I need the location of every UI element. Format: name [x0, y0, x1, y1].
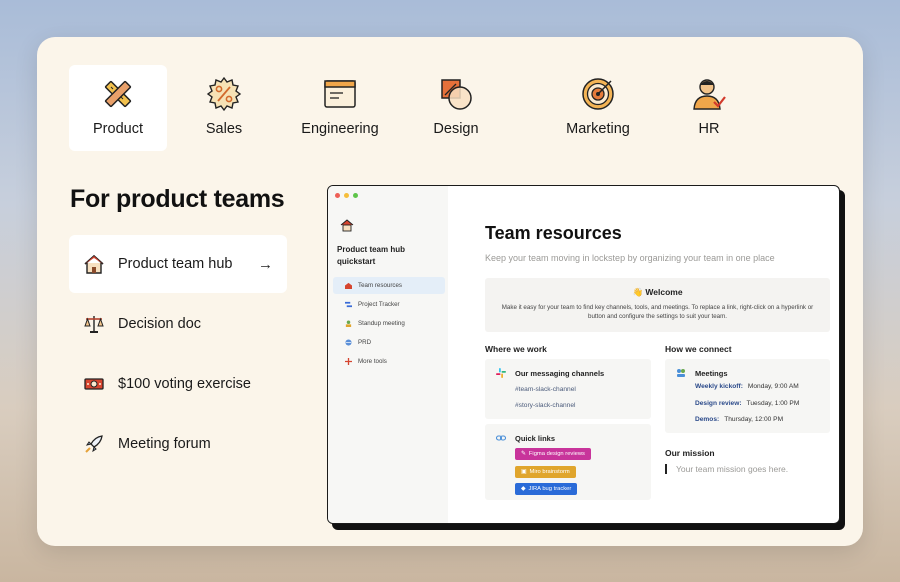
- nav-label: Standup meeting: [358, 320, 405, 327]
- template-list: Product team hub → Decision doc $100 vot…: [69, 235, 287, 475]
- nav-item-prd[interactable]: PRD: [333, 334, 445, 351]
- quick-links-heading: Quick links: [515, 434, 556, 443]
- meeting-row[interactable]: Demos: Thursday, 12:00 PM: [695, 416, 783, 423]
- close-dot: [335, 193, 340, 198]
- meeting-time: Thursday, 12:00 PM: [724, 416, 784, 423]
- target-icon: [582, 78, 614, 110]
- template-preview-window: Product team hub quickstart Team resourc…: [327, 185, 840, 524]
- template-gallery-card: Product Sales Engineering Design Marketi…: [37, 37, 863, 546]
- tab-label: Engineering: [301, 121, 379, 137]
- quick-links-box: Quick links ✎ Figma design reviews ▣ Mir…: [485, 424, 651, 500]
- nav-label: Team resources: [358, 282, 403, 289]
- house-icon: [340, 219, 354, 232]
- jira-link-button[interactable]: ◆ JIRA bug tracker: [515, 483, 578, 495]
- meeting-name: Weekly kickoff:: [695, 383, 743, 390]
- pencil-icon: ✎: [521, 451, 526, 457]
- tag-label: Figma design reviews: [528, 451, 585, 457]
- messaging-heading: Our messaging channels: [515, 369, 605, 378]
- pencil-ruler-icon: [104, 80, 132, 108]
- nav-item-standup-meeting[interactable]: Standup meeting: [333, 315, 445, 332]
- tab-label: Product: [93, 121, 143, 137]
- template-item-voting-exercise[interactable]: $100 voting exercise: [69, 355, 287, 413]
- maximize-dot: [353, 193, 358, 198]
- figma-link-button[interactable]: ✎ Figma design reviews: [515, 448, 591, 460]
- template-label: Meeting forum: [118, 436, 211, 452]
- nav-item-project-tracker[interactable]: Project Tracker: [333, 296, 445, 313]
- page-subtitle: Keep your team moving in lockstep by org…: [485, 253, 775, 263]
- meetings-box: Meetings Weekly kickoff: Monday, 9:00 AM …: [665, 359, 830, 433]
- workspace-title: Product team hub quickstart: [337, 245, 406, 266]
- category-tabs: Product Sales Engineering Design Marketi…: [69, 65, 829, 151]
- dollar-bill-icon: [84, 378, 104, 390]
- note-icon: ▣: [521, 469, 527, 475]
- meeting-time: Monday, 9:00 AM: [747, 383, 799, 390]
- preview-page: Team resources Keep your team moving in …: [448, 186, 839, 523]
- channel-link[interactable]: #team-slack-channel: [515, 386, 576, 393]
- percent-gear-icon: [206, 76, 242, 112]
- miro-link-button[interactable]: ▣ Miro brainstorm: [515, 466, 576, 478]
- where-we-work-heading: Where we work: [485, 344, 547, 354]
- mission-heading: Our mission: [665, 448, 715, 458]
- shapes-icon: [441, 79, 472, 110]
- plus-icon: [345, 358, 352, 365]
- meeting-name: Demos:: [695, 416, 720, 423]
- nav-label: Project Tracker: [358, 301, 400, 308]
- nav-label: PRD: [358, 339, 372, 346]
- browser-window-icon: [324, 80, 356, 108]
- template-label: Product team hub: [118, 256, 233, 272]
- section-heading: For product teams: [70, 185, 285, 213]
- tab-label: Sales: [205, 121, 243, 137]
- meetings-heading: Meetings: [695, 369, 728, 378]
- template-item-decision-doc[interactable]: Decision doc: [69, 295, 287, 353]
- person-check-icon: [693, 79, 726, 110]
- template-label: $100 voting exercise: [118, 376, 251, 392]
- tab-design[interactable]: Design: [417, 65, 495, 151]
- tab-engineering[interactable]: Engineering: [281, 65, 399, 151]
- tab-label: Marketing: [566, 121, 630, 137]
- slack-icon: [496, 368, 506, 378]
- tab-label: HR: [698, 121, 720, 137]
- tab-product[interactable]: Product: [69, 65, 167, 151]
- house-icon: [345, 282, 352, 289]
- window-controls: [335, 193, 358, 198]
- link-icon: [496, 435, 506, 441]
- preview-sidebar: Product team hub quickstart Team resourc…: [328, 186, 448, 523]
- tag-label: JIRA bug tracker: [528, 486, 572, 492]
- welcome-callout: 👋 Welcome Make it easy for your team to …: [485, 278, 830, 332]
- tab-marketing[interactable]: Marketing: [555, 65, 641, 151]
- tab-hr[interactable]: HR: [679, 65, 739, 151]
- minimize-dot: [344, 193, 349, 198]
- page-title: Team resources: [485, 223, 622, 243]
- messaging-channels-box: Our messaging channels #team-slack-chann…: [485, 359, 651, 419]
- channel-link[interactable]: #story-slack-channel: [515, 402, 575, 409]
- mission-placeholder[interactable]: Your team mission goes here.: [665, 464, 788, 474]
- tab-label: Design: [433, 121, 479, 137]
- globe-icon: [345, 339, 352, 346]
- meeting-time: Tuesday, 1:00 PM: [746, 400, 800, 407]
- tracker-icon: [345, 301, 352, 308]
- tab-sales[interactable]: Sales: [187, 65, 261, 151]
- meeting-row[interactable]: Design review: Tuesday, 1:00 PM: [695, 400, 799, 407]
- nav-item-team-resources[interactable]: Team resources: [333, 277, 445, 294]
- arrow-right-icon: →: [258, 255, 273, 273]
- scales-icon: [84, 316, 104, 333]
- callout-title: 👋 Welcome: [632, 287, 683, 297]
- template-item-product-team-hub[interactable]: Product team hub →: [69, 235, 287, 293]
- how-we-connect-heading: How we connect: [665, 344, 732, 354]
- house-icon: [84, 254, 104, 274]
- people-icon: [345, 320, 352, 327]
- meeting-row[interactable]: Weekly kickoff: Monday, 9:00 AM: [695, 383, 799, 390]
- nav-item-more-tools[interactable]: More tools: [333, 353, 445, 370]
- meeting-name: Design review:: [695, 400, 742, 407]
- diamond-icon: ◆: [521, 486, 526, 492]
- callout-body: Make it easy for your team to find key c…: [501, 304, 814, 320]
- nav-label: More tools: [358, 358, 387, 365]
- rocket-icon: [85, 435, 103, 453]
- template-item-meeting-forum[interactable]: Meeting forum: [69, 415, 287, 473]
- template-label: Decision doc: [118, 316, 202, 332]
- meetings-icon: [677, 369, 685, 377]
- tag-label: Miro brainstorm: [529, 469, 570, 475]
